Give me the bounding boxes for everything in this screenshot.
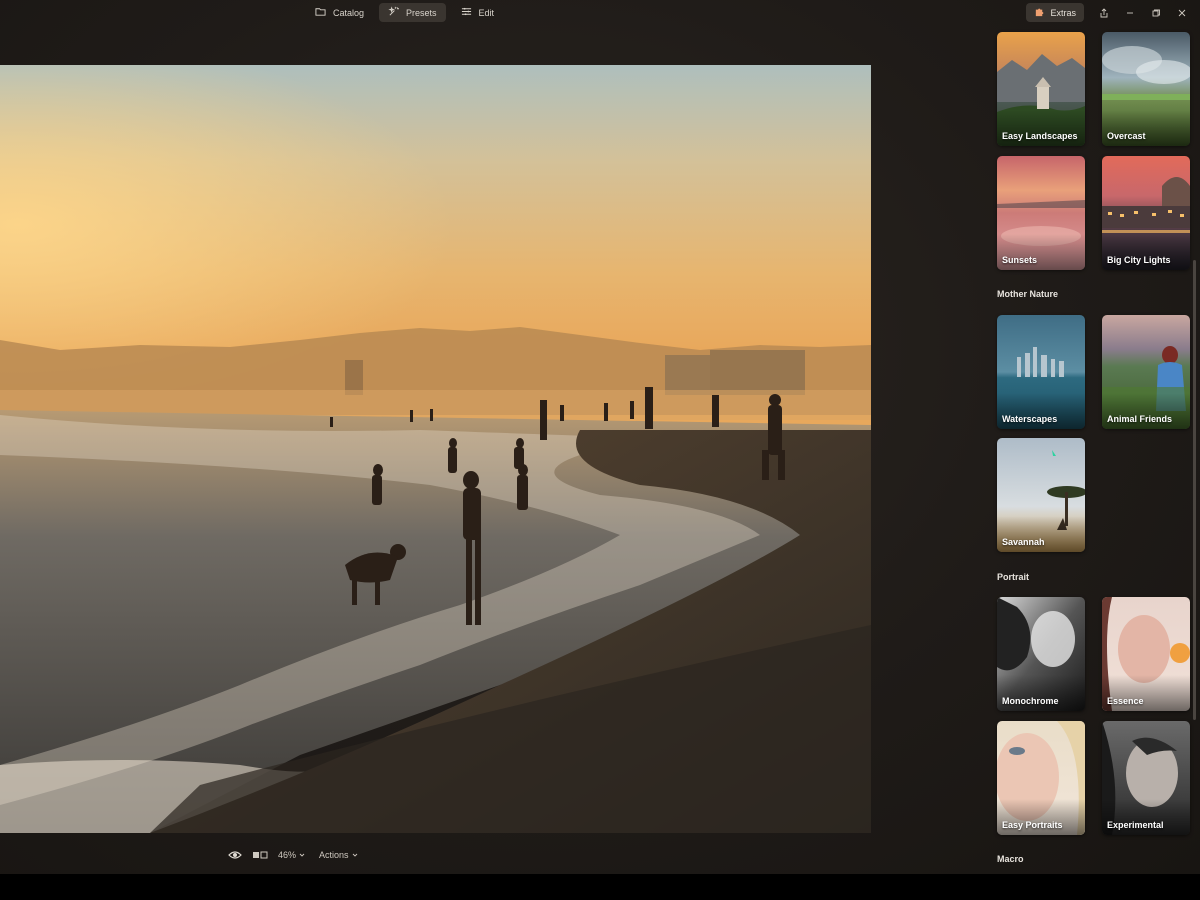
folder-icon bbox=[315, 6, 326, 19]
section-title-macro: Macro bbox=[997, 854, 1024, 864]
preset-label: Experimental bbox=[1107, 820, 1164, 830]
zoom-value: 46% bbox=[278, 850, 297, 860]
app-window: Catalog Presets Edit Extras 46% Actions … bbox=[0, 0, 1200, 874]
actions-dropdown[interactable]: Actions bbox=[319, 850, 358, 860]
extras-label: Extras bbox=[1050, 7, 1076, 18]
presets-scrollbar[interactable] bbox=[1193, 260, 1196, 720]
preset-label: Animal Friends bbox=[1107, 414, 1173, 424]
preset-card-overcast[interactable]: Overcast bbox=[1102, 32, 1190, 146]
preset-card-easy-portraits[interactable]: Easy Portraits bbox=[997, 721, 1085, 835]
compare-icon[interactable] bbox=[252, 850, 268, 860]
preset-label: Overcast bbox=[1107, 131, 1146, 141]
share-icon[interactable] bbox=[1098, 7, 1110, 19]
preset-label: Essence bbox=[1107, 696, 1144, 706]
bottom-edge bbox=[0, 874, 1200, 900]
preset-card-animal-friends[interactable]: Animal Friends bbox=[1102, 315, 1190, 429]
sparkle-icon bbox=[388, 6, 400, 19]
preset-label: Savannah bbox=[1002, 537, 1045, 547]
tab-catalog-label: Catalog bbox=[333, 7, 365, 18]
tab-catalog[interactable]: Catalog bbox=[306, 3, 373, 22]
preset-card-monochrome[interactable]: Monochrome bbox=[997, 597, 1085, 711]
tab-edit-label: Edit bbox=[478, 7, 495, 18]
chevron-down-icon bbox=[352, 850, 358, 860]
tab-presets-label: Presets bbox=[406, 7, 437, 18]
chevron-down-icon bbox=[299, 850, 305, 860]
actions-label: Actions bbox=[319, 850, 349, 860]
preset-card-waterscapes[interactable]: Waterscapes bbox=[997, 315, 1085, 429]
photo-canvas[interactable] bbox=[0, 65, 871, 833]
minimize-icon[interactable] bbox=[1124, 7, 1136, 19]
section-title-mother-nature: Mother Nature bbox=[997, 289, 1059, 299]
preset-card-savannah[interactable]: Savannah bbox=[997, 438, 1085, 552]
puzzle-icon bbox=[1034, 6, 1045, 19]
preset-card-sunsets[interactable]: Sunsets bbox=[997, 156, 1085, 270]
preset-label: Monochrome bbox=[1002, 696, 1059, 706]
preset-card-essence[interactable]: Essence bbox=[1102, 597, 1190, 711]
view-toolbar: 46% Actions bbox=[228, 850, 358, 860]
sliders-icon bbox=[461, 6, 472, 19]
eye-icon[interactable] bbox=[228, 850, 242, 860]
beach-sunset-photo bbox=[0, 65, 871, 833]
restore-icon[interactable] bbox=[1150, 7, 1162, 19]
tab-presets[interactable]: Presets bbox=[379, 3, 446, 22]
tab-edit[interactable]: Edit bbox=[452, 3, 504, 22]
zoom-dropdown[interactable]: 46% bbox=[278, 850, 305, 860]
close-icon[interactable] bbox=[1176, 7, 1188, 19]
preset-label: Easy Portraits bbox=[1002, 820, 1063, 830]
preset-label: Waterscapes bbox=[1002, 414, 1058, 424]
preset-card-experimental[interactable]: Experimental bbox=[1102, 721, 1190, 835]
preset-label: Big City Lights bbox=[1107, 255, 1171, 265]
section-title-portrait: Portrait bbox=[997, 572, 1030, 582]
preset-card-easy-landscapes[interactable]: Easy Landscapes bbox=[997, 32, 1085, 146]
preset-label: Easy Landscapes bbox=[1002, 131, 1078, 141]
preset-label: Sunsets bbox=[1002, 255, 1038, 265]
top-nav: Catalog Presets Edit bbox=[306, 3, 503, 22]
extras-button[interactable]: Extras bbox=[1026, 3, 1084, 22]
preset-card-big-city-lights[interactable]: Big City Lights bbox=[1102, 156, 1190, 270]
window-controls: Extras bbox=[1026, 3, 1188, 22]
